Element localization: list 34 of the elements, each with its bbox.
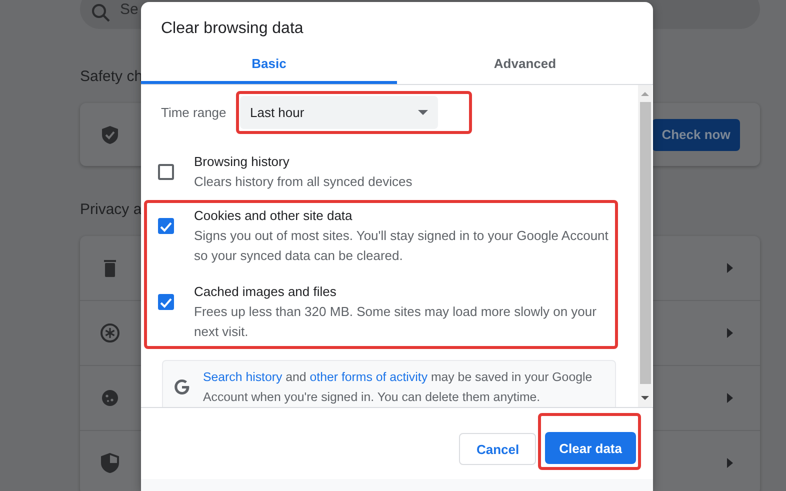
cookie-icon — [100, 388, 120, 408]
caret-icon — [726, 458, 734, 468]
option-title: Cookies and other site data — [194, 207, 354, 225]
field-label: Time range — [161, 105, 228, 120]
checkbox[interactable] — [158, 164, 174, 180]
caret-icon — [726, 328, 734, 338]
caret-icon — [726, 393, 734, 403]
tab[interactable]: Basic — [141, 46, 397, 84]
search-icon — [91, 3, 111, 23]
section-title: Privacy a — [80, 201, 142, 219]
dialog-title: Clear browsing data — [160, 19, 304, 39]
info-text: Search history and other forms of activity may be saved in your Google Account when you're signed in. You can delete them anytime. — [203, 369, 594, 406]
checkbox[interactable] — [158, 294, 174, 310]
text-link[interactable]: Search history — [203, 370, 282, 384]
clear-data-button[interactable]: Clear data — [545, 432, 636, 464]
option-description: Frees up less than 320 MB. Some sites may load more slowly on your next visit. — [194, 303, 598, 341]
checkmark-icon — [160, 221, 172, 233]
option-description: Signs you out of most sites. You'll stay signed in to your Google Account so your synced data can be cleared. — [194, 227, 610, 265]
google-g-icon — [173, 378, 191, 396]
cancel-button[interactable]: Cancel — [459, 433, 536, 465]
asterisk-circle-icon — [100, 323, 120, 343]
text-link[interactable]: other forms of activity — [310, 370, 428, 384]
shield-icon — [100, 453, 120, 473]
checkmark-icon — [160, 297, 172, 309]
option-title: Cached images and files — [194, 283, 338, 301]
option-title: Browsing history — [194, 153, 290, 171]
caret-down-icon — [418, 110, 428, 115]
check-now-button[interactable]: Check now — [652, 118, 740, 150]
tab[interactable]: Advanced — [397, 46, 653, 84]
shield-check-icon — [100, 124, 120, 144]
caret-icon — [726, 263, 734, 273]
option-description: Clears history from all synced devices — [194, 173, 412, 191]
checkbox[interactable] — [158, 218, 174, 234]
time-range-dropdown[interactable]: Last hour — [240, 96, 438, 129]
